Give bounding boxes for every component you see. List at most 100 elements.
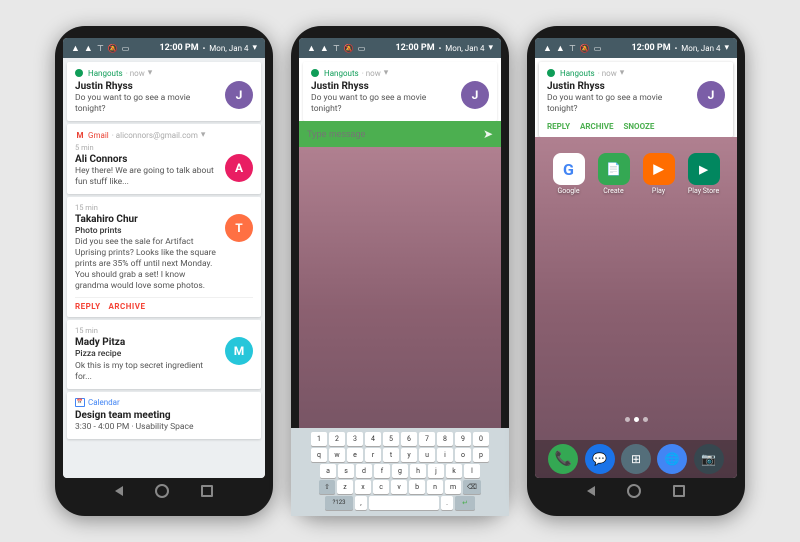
chevron-down-icon-2: ▾ [488,43,493,53]
hangouts-input-bar: ➤ [299,121,501,147]
home-button-3[interactable] [627,484,641,498]
key-u[interactable]: u [419,448,435,462]
key-6[interactable]: 6 [401,432,417,446]
battery-icon-2: ▭ [358,44,366,53]
mady-avatar: M [225,337,253,365]
mute-icon: 🔕 [108,44,118,53]
wifi-icon-3: ▲ [543,43,552,54]
ali-avatar: A [225,154,253,182]
key-j[interactable]: j [428,464,444,478]
key-e[interactable]: e [347,448,363,462]
phones-container: ▲ ▲ ⊤ 🔕 ▭ 12:00 PM • Mon, Jan 4 ▾ [45,16,755,526]
gmail-notification-takahiro[interactable]: 15 min Takahiro Chur Photo prints Did yo… [67,197,261,317]
battery-icon-3: ▭ [594,44,602,53]
key-h[interactable]: h [410,464,426,478]
expand-icon-3: ▾ [384,68,389,78]
key-t[interactable]: t [383,448,399,462]
key-w[interactable]: w [329,448,345,462]
create-app-icon[interactable]: 📄 Create [594,153,633,195]
key-q[interactable]: q [311,448,327,462]
home-hangouts-notification[interactable]: Hangouts · now ▾ Justin Rhyss Do you wan… [539,62,733,137]
funnel-icon-3: ⊤ [569,44,576,53]
wifi-icon: ▲ [71,43,80,54]
camera-dock-icon[interactable]: 📷 [694,444,724,474]
archive-button-1[interactable]: ARCHIVE [109,302,146,311]
key-y[interactable]: y [401,448,417,462]
back-button-1[interactable] [115,486,123,496]
phone-1-screen: ▲ ▲ ⊤ 🔕 ▭ 12:00 PM • Mon, Jan 4 ▾ [63,38,265,478]
key-8[interactable]: 8 [437,432,453,446]
key-r[interactable]: r [365,448,381,462]
key-f[interactable]: f [374,464,390,478]
phone-2: ▲ ▲ ⊤ 🔕 ▭ 12:00 PM • Mon, Jan 4 ▾ [291,26,509,516]
battery-icon: ▭ [122,44,130,53]
kb-row-qwerty: q w e r t y u i o p [299,448,501,462]
phone-dock-icon[interactable]: 📞 [548,444,578,474]
key-p[interactable]: p [473,448,489,462]
key-g[interactable]: g [392,464,408,478]
hangouts-message-2: Do you want to go see a movie tonight? [311,93,457,115]
key-7[interactable]: 7 [419,432,435,446]
key-5[interactable]: 5 [383,432,399,446]
reply-button-1[interactable]: REPLY [75,302,101,311]
status-time-1: 12:00 PM [159,43,198,53]
archive-button-home[interactable]: ARCHIVE [580,122,613,131]
notification-panel-1: Hangouts · now ▾ Justin Rhyss Do you wan… [63,58,265,478]
back-button-3[interactable] [587,486,595,496]
mady-sender: Mady Pitza [75,337,221,348]
key-o[interactable]: o [455,448,471,462]
send-button[interactable]: ➤ [483,127,493,141]
messages-dock-icon[interactable]: 💬 [585,444,615,474]
takahiro-sender: Takahiro Chur [75,214,221,225]
key-2[interactable]: 2 [329,432,345,446]
dock-bar: 📞 💬 ⊞ 🌐 📷 [535,440,737,478]
hangouts-avatar-3: J [697,81,725,109]
takahiro-actions: REPLY ARCHIVE [75,297,253,311]
chevron-down-icon: ▾ [252,43,257,53]
hangouts-notification-2[interactable]: Hangouts · now ▾ Justin Rhyss Do you wan… [303,62,497,121]
expand-icon: ▾ [148,68,153,78]
snooze-button-home[interactable]: SNOOZE [623,122,654,131]
notif-time-takahiro: 15 min [75,203,253,212]
phone-2-screen: ▲ ▲ ⊤ 🔕 ▭ 12:00 PM • Mon, Jan 4 ▾ [299,38,501,478]
google-app-icon[interactable]: G Google [549,153,588,195]
chevron-down-icon-3: ▾ [724,43,729,53]
gmail-notification-mady[interactable]: 15 min Mady Pitza Pizza recipe Ok this i… [67,320,261,388]
hangouts-message-1: Do you want to go see a movie tonight? [75,93,221,115]
gmail-notification-ali[interactable]: M Gmail · aliconnors@gmail.com ▾ 5 min A… [67,124,261,194]
home-button-1[interactable] [155,484,169,498]
key-l[interactable]: l [464,464,480,478]
apps-dock-icon[interactable]: ⊞ [621,444,651,474]
key-a[interactable]: a [320,464,336,478]
page-dots [535,417,737,422]
status-time-3: 12:00 PM [631,43,670,53]
key-0[interactable]: 0 [473,432,489,446]
hangouts-icon-3 [547,69,555,77]
app-grid: G Google 📄 Create ▶ [535,137,737,195]
status-time-2: 12:00 PM [395,43,434,53]
chrome-dock-icon[interactable]: 🌐 [657,444,687,474]
key-9[interactable]: 9 [455,432,471,446]
key-3[interactable]: 3 [347,432,363,446]
playstore-app-icon[interactable]: ▶ Play Store [684,153,723,195]
takahiro-message: Did you see the sale for Artifact Uprisi… [75,237,221,292]
key-1[interactable]: 1 [311,432,327,446]
play-app-icon[interactable]: ▶ Play [639,153,678,195]
hangouts-notification-1[interactable]: Hangouts · now ▾ Justin Rhyss Do you wan… [67,62,261,121]
recents-button-3[interactable] [673,485,685,497]
key-d[interactable]: d [356,464,372,478]
recents-button-1[interactable] [201,485,213,497]
takahiro-avatar: T [225,214,253,242]
dot-2 [634,417,639,422]
calendar-notification[interactable]: 📅 Calendar Design team meeting 3:30 - 4:… [67,392,261,439]
key-k[interactable]: k [446,464,462,478]
reply-button-home[interactable]: REPLY [547,122,570,131]
message-input[interactable] [307,129,479,139]
key-i[interactable]: i [437,448,453,462]
kb-row-numbers: 1 2 3 4 5 6 7 8 9 0 [299,432,501,446]
phone3-wallpaper: G Google 📄 Create ▶ [535,137,737,478]
key-s[interactable]: s [338,464,354,478]
key-4[interactable]: 4 [365,432,381,446]
status-bar-1: ▲ ▲ ⊤ 🔕 ▭ 12:00 PM • Mon, Jan 4 ▾ [63,38,265,58]
hangouts-label: Hangouts [88,69,123,78]
